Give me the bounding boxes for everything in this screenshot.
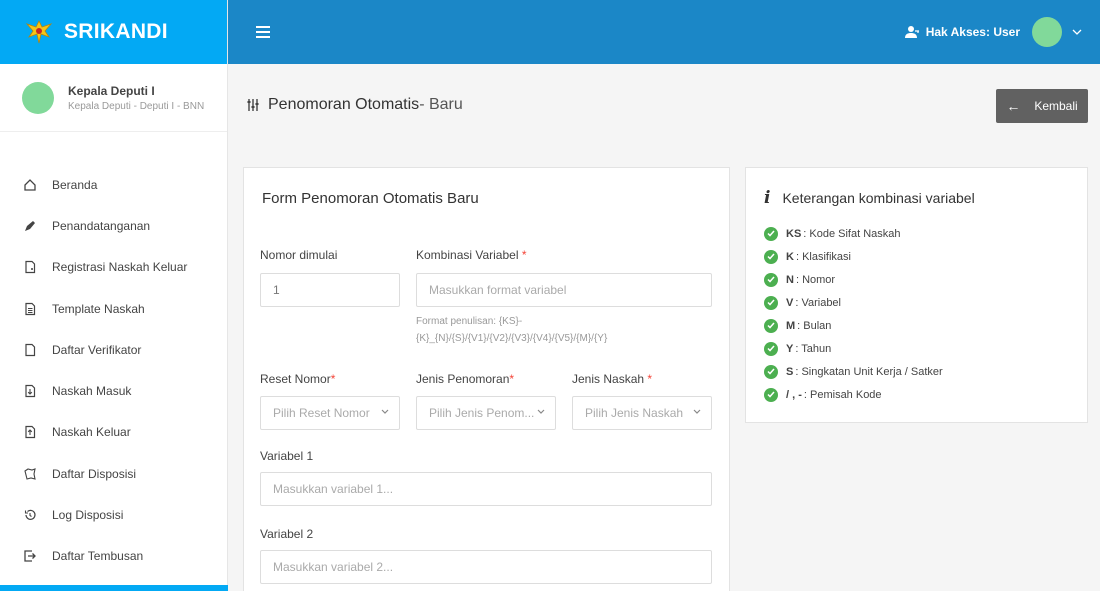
topbar: Hak Akses: User: [228, 0, 1100, 64]
user-role: Kepala Deputi - Deputi I - BNN: [68, 100, 205, 112]
list-item: / , -: Pemisah Kode: [764, 383, 1069, 406]
sliders-icon: [247, 99, 259, 111]
sidebar-item-naskah-keluar[interactable]: Naskah Keluar: [0, 412, 227, 453]
sidebar-item-label: Penandatanganan: [52, 218, 151, 233]
sidebar-item-log-disposisi[interactable]: Log Disposisi: [0, 494, 227, 535]
variable-legend-list: KS: Kode Sifat Naskah K: Klasifikasi N: …: [764, 222, 1069, 406]
page-header: Penomoran Otomatis - Baru ← Kembali: [228, 64, 1100, 146]
check-circle-icon: [764, 387, 778, 402]
check-circle-icon: [764, 226, 778, 241]
sidebar-item-registrasi-naskah-keluar[interactable]: Registrasi Naskah Keluar: [0, 247, 227, 288]
menu-toggle-icon[interactable]: [256, 26, 270, 38]
check-circle-icon: [764, 295, 778, 310]
check-circle-icon: [764, 364, 778, 379]
document-out-icon: [22, 424, 38, 440]
sidebar-item-label: Daftar Tembusan: [52, 549, 144, 564]
chevron-down-icon[interactable]: [1072, 29, 1082, 35]
nomor-dimulai-input[interactable]: 1: [260, 273, 400, 307]
list-item: S: Singkatan Unit Kerja / Satker: [764, 360, 1069, 383]
chevron-down-icon: [537, 409, 545, 414]
sidebar-item-beranda[interactable]: Beranda: [0, 164, 227, 205]
format-hint: Format penulisan: {KS}- {K}_{N}/{S}/{V1}…: [416, 316, 608, 344]
forward-icon: [22, 548, 38, 564]
avatar: [22, 81, 54, 114]
nomor-dimulai-label: Nomor dimulai: [260, 248, 338, 262]
jenis-penomoran-label: Jenis Penomoran*: [416, 372, 515, 386]
jenis-naskah-label: Jenis Naskah *: [572, 372, 653, 386]
list-item: N: Nomor: [764, 268, 1069, 291]
pen-icon: [22, 218, 38, 234]
back-button[interactable]: ← Kembali: [996, 89, 1088, 123]
sidebar-item-daftar-tembusan[interactable]: Daftar Tembusan: [0, 536, 227, 577]
kombinasi-variabel-input[interactable]: Masukkan format variabel: [416, 273, 712, 307]
reset-nomor-select[interactable]: Pilih Reset Nomor: [260, 396, 400, 430]
chevron-down-icon: [381, 409, 389, 414]
document-icon: [22, 301, 38, 317]
variabel-1-input[interactable]: Masukkan variabel 1...: [260, 472, 712, 506]
home-icon: [22, 177, 38, 193]
document-check-icon: [22, 342, 38, 358]
info-icon: i: [764, 188, 771, 208]
sidebar-item-label: Daftar Disposisi: [52, 466, 137, 481]
jenis-penomoran-select[interactable]: Pilih Jenis Penom...: [416, 396, 556, 430]
chevron-down-icon: [693, 409, 701, 414]
list-item: KS: Kode Sifat Naskah: [764, 222, 1069, 245]
variabel-2-input[interactable]: Masukkan variabel 2...: [260, 550, 712, 584]
list-item: K: Klasifikasi: [764, 245, 1069, 268]
document-add-icon: [22, 259, 38, 275]
check-circle-icon: [764, 318, 778, 333]
check-circle-icon: [764, 341, 778, 356]
sidebar-item-daftar-disposisi[interactable]: Daftar Disposisi: [0, 453, 227, 494]
user-key-icon: [904, 26, 919, 38]
page-title-suffix: - Baru: [419, 96, 463, 113]
form-title: Form Penomoran Otomatis Baru: [262, 190, 479, 207]
list-item: M: Bulan: [764, 314, 1069, 337]
variabel-2-label: Variabel 2: [260, 527, 314, 541]
arrow-left-icon: ←: [1006, 98, 1021, 114]
form-card: Form Penomoran Otomatis Baru Nomor dimul…: [243, 167, 730, 591]
brand-header[interactable]: SRIKANDI: [0, 0, 227, 64]
reset-nomor-label: Reset Nomor*: [260, 372, 336, 386]
history-icon: [22, 507, 38, 523]
access-label: Hak Akses: User: [925, 25, 1020, 39]
list-item: Y: Tahun: [764, 337, 1069, 360]
sidebar: SRIKANDI Kepala Deputi I Kepala Deputi -…: [0, 0, 228, 591]
kombinasi-variabel-label: Kombinasi Variabel *: [416, 248, 527, 262]
user-name: Kepala Deputi I: [68, 83, 155, 98]
sidebar-item-label: Beranda: [52, 177, 98, 192]
sidebar-item-label: Naskah Masuk: [52, 384, 132, 399]
sidebar-item-naskah-masuk[interactable]: Naskah Masuk: [0, 370, 227, 411]
sidebar-item-template-naskah[interactable]: Template Naskah: [0, 288, 227, 329]
brand-name: SRIKANDI: [64, 20, 168, 43]
back-button-label: Kembali: [1034, 99, 1078, 113]
active-item-indicator: [0, 585, 228, 591]
disposition-icon: [22, 466, 38, 482]
info-card: i Keterangan kombinasi variabel KS: Kode…: [745, 167, 1088, 423]
sidebar-item-label: Log Disposisi: [52, 508, 124, 523]
garuda-logo: [25, 20, 53, 44]
user-panel: Kepala Deputi I Kepala Deputi - Deputi I…: [0, 64, 227, 132]
document-in-icon: [22, 383, 38, 399]
check-circle-icon: [764, 249, 778, 264]
sidebar-item-label: Registrasi Naskah Keluar: [52, 260, 188, 275]
list-item: V: Variabel: [764, 291, 1069, 314]
check-circle-icon: [764, 272, 778, 287]
user-menu[interactable]: Hak Akses: User: [904, 17, 1100, 47]
sidebar-item-penandatanganan[interactable]: Penandatanganan: [0, 205, 227, 246]
jenis-naskah-select[interactable]: Pilih Jenis Naskah: [572, 396, 712, 430]
sidebar-item-daftar-verifikator[interactable]: Daftar Verifikator: [0, 329, 227, 370]
variabel-1-label: Variabel 1: [260, 449, 314, 463]
sidebar-item-label: Daftar Verifikator: [52, 342, 142, 357]
avatar[interactable]: [1032, 17, 1062, 47]
sidebar-nav: Beranda Penandatanganan Registrasi Naska…: [0, 164, 227, 577]
sidebar-item-label: Template Naskah: [52, 301, 145, 316]
info-title: i Keterangan kombinasi variabel: [764, 188, 975, 208]
sidebar-item-label: Naskah Keluar: [52, 425, 131, 440]
page-title: Penomoran Otomatis: [268, 96, 420, 113]
